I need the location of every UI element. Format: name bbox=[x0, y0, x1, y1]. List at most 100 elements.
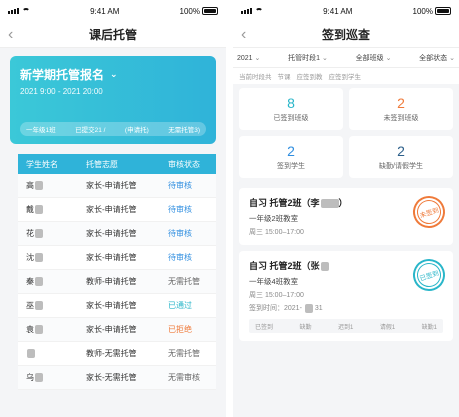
session-card[interactable]: 自习 托管2班（张 一年级4班教室 周三 15:00–17:00 签到时间：20… bbox=[239, 251, 453, 341]
table-row[interactable]: 乌 家长-无需托管 无需审核 bbox=[18, 366, 216, 390]
stat-signed-classes[interactable]: 8 已签到班级 bbox=[239, 88, 343, 130]
session-title: 自习 托管2班（李 bbox=[249, 198, 320, 208]
stat-value: 8 bbox=[287, 95, 295, 111]
chevron-down-icon[interactable]: ⌄ bbox=[110, 69, 118, 80]
redacted-name bbox=[35, 301, 43, 311]
table-row[interactable]: 巫 家长-申请托管 已通过 bbox=[18, 294, 216, 318]
filter-bar: 2021 ⌄ 托管时段1 ⌄ 全部班级 ⌄ 全部状态 ⌄ bbox=[233, 48, 459, 68]
student-name: 花 bbox=[18, 228, 76, 239]
status-cell[interactable]: 无需托管 bbox=[162, 276, 216, 287]
filter-period[interactable]: 托管时段1 ⌄ bbox=[288, 53, 328, 63]
wish-cell: 家长-无需托管 bbox=[86, 373, 137, 382]
back-icon[interactable]: ‹ bbox=[8, 26, 13, 44]
student-name: 袁 bbox=[18, 324, 76, 335]
status-cell[interactable]: 待审核 bbox=[162, 252, 216, 263]
filter-status[interactable]: 全部状态 ⌄ bbox=[419, 53, 455, 63]
table-row[interactable]: 戴 家长-申请托管 待审核 bbox=[18, 198, 216, 222]
status-bar: 9:41 AM 100% bbox=[233, 0, 459, 22]
student-surname: 袁 bbox=[26, 325, 34, 334]
back-icon[interactable]: ‹ bbox=[241, 26, 246, 44]
status-cell[interactable]: 无需托管 bbox=[162, 348, 216, 359]
wish-cell: 家长-申请托管 bbox=[86, 325, 137, 334]
count-signed: 已签到 bbox=[255, 324, 274, 331]
filter-date-label: 2021 bbox=[237, 54, 253, 62]
filter-period-label: 托管时段1 bbox=[288, 54, 321, 62]
student-name bbox=[18, 349, 76, 359]
student-name: 高 bbox=[18, 180, 76, 191]
stat-absent-students[interactable]: 2 缺勤/请假学生 bbox=[349, 136, 453, 178]
status-cell[interactable]: 已拒绝 bbox=[162, 324, 216, 335]
status-cell[interactable]: 待审核 bbox=[162, 180, 216, 191]
banner-time: 2021 9:00 - 2021 20:00 bbox=[20, 87, 103, 96]
table-row[interactable]: 高 家长-申请托管 待审核 bbox=[18, 174, 216, 198]
battery: 100% bbox=[413, 7, 451, 16]
table-row[interactable]: 沈 家长-申请托管 待审核 bbox=[18, 246, 216, 270]
signal-wifi bbox=[8, 8, 30, 14]
info-teachers: 应签到教 bbox=[296, 74, 323, 81]
redacted-name bbox=[320, 262, 329, 272]
filter-date[interactable]: 2021 ⌄ bbox=[237, 54, 260, 62]
status-cell[interactable]: 待审核 bbox=[162, 204, 216, 215]
count-leave: 请假1 bbox=[379, 324, 396, 331]
col-status: 审核状态 bbox=[168, 159, 200, 169]
battery-icon bbox=[434, 7, 451, 15]
summary-submitted: 已提交21 / bbox=[75, 127, 106, 134]
stamp-text: 已签到 bbox=[413, 259, 445, 291]
col-wish: 托管志愿 bbox=[86, 159, 118, 169]
stat-label: 签到学生 bbox=[277, 163, 305, 170]
redacted-name bbox=[320, 199, 339, 209]
student-name: 秦 bbox=[18, 276, 76, 287]
nav-bar: ‹ 课后托管 bbox=[0, 22, 226, 48]
stat-value: 2 bbox=[287, 143, 295, 159]
status-bar: 9:41 AM 100% bbox=[0, 0, 226, 22]
table-row[interactable]: 秦 教师-申请托管 无需托管 bbox=[18, 270, 216, 294]
status-cell[interactable]: 无需审核 bbox=[162, 372, 216, 383]
student-name: 戴 bbox=[18, 204, 76, 215]
chevron-down-icon: ⌄ bbox=[254, 54, 261, 62]
battery-icon bbox=[201, 7, 218, 15]
wish-cell: 家长-申请托管 bbox=[86, 301, 137, 310]
filter-status-label: 全部状态 bbox=[419, 54, 448, 62]
redacted-name bbox=[35, 277, 43, 287]
session-time: 周三 15:00–17:00 bbox=[249, 292, 304, 299]
redacted-name bbox=[35, 205, 43, 215]
summary-no-need: 无需托管3) bbox=[168, 127, 200, 134]
student-surname: 花 bbox=[26, 229, 34, 238]
session-card[interactable]: 自习 托管2班（李） 一年级2班教室 周三 15:00–17:00 未签到 bbox=[239, 188, 453, 245]
filter-class[interactable]: 全部班级 ⌄ bbox=[356, 53, 392, 63]
stat-signed-students[interactable]: 2 签到学生 bbox=[239, 136, 343, 178]
student-surname: 乌 bbox=[26, 373, 34, 382]
student-surname: 巫 bbox=[26, 301, 34, 310]
wifi-icon bbox=[255, 8, 263, 14]
info-lesson-unit: 节课 bbox=[277, 74, 291, 81]
period-info: 当前时段共 节课 应签到教 应签到学生 bbox=[233, 68, 459, 84]
redacted-name bbox=[35, 253, 43, 263]
count-absent: 缺勤 bbox=[299, 324, 312, 331]
count-missing: 缺勤1 bbox=[421, 324, 437, 331]
session-time: 周三 15:00–17:00 bbox=[249, 229, 304, 236]
count-late: 迟到1 bbox=[338, 324, 354, 331]
table-row[interactable]: 花 家长-申请托管 待审核 bbox=[18, 222, 216, 246]
chevron-down-icon: ⌄ bbox=[322, 54, 328, 62]
student-surname: 高 bbox=[26, 181, 34, 190]
table-row[interactable]: 袁 家长-申请托管 已拒绝 bbox=[18, 318, 216, 342]
redacted-name bbox=[35, 325, 43, 335]
redacted-name bbox=[35, 229, 43, 239]
redacted-name bbox=[35, 373, 43, 383]
status-cell[interactable]: 已通过 bbox=[162, 300, 216, 311]
wish-cell: 家长-申请托管 bbox=[86, 229, 137, 238]
summary-class: 一年级1班 bbox=[26, 127, 56, 134]
enrollment-banner[interactable]: 新学期托管报名 ⌄ 2021 9:00 - 2021 20:00 一年级1班 已… bbox=[10, 56, 216, 144]
table-row[interactable]: 教师-无需托管 无需托管 bbox=[18, 342, 216, 366]
stamp-text: 未签到 bbox=[413, 196, 445, 228]
student-surname: 秦 bbox=[26, 277, 34, 286]
stat-unsigned-classes[interactable]: 2 未签到班级 bbox=[349, 88, 453, 130]
signal-icon bbox=[8, 8, 19, 14]
stat-label: 已签到班级 bbox=[273, 115, 309, 122]
student-surname: 沈 bbox=[26, 253, 34, 262]
chevron-down-icon: ⌄ bbox=[449, 54, 455, 62]
status-cell[interactable]: 待审核 bbox=[162, 228, 216, 239]
page-title: 课后托管 bbox=[88, 28, 137, 42]
attendance-counts: 已签到 缺勤 迟到1 请假1 缺勤1 bbox=[249, 319, 443, 333]
left-screen: 9:41 AM 100% ‹ 课后托管 新学期托管报名 ⌄ 2021 9:00 … bbox=[0, 0, 226, 417]
